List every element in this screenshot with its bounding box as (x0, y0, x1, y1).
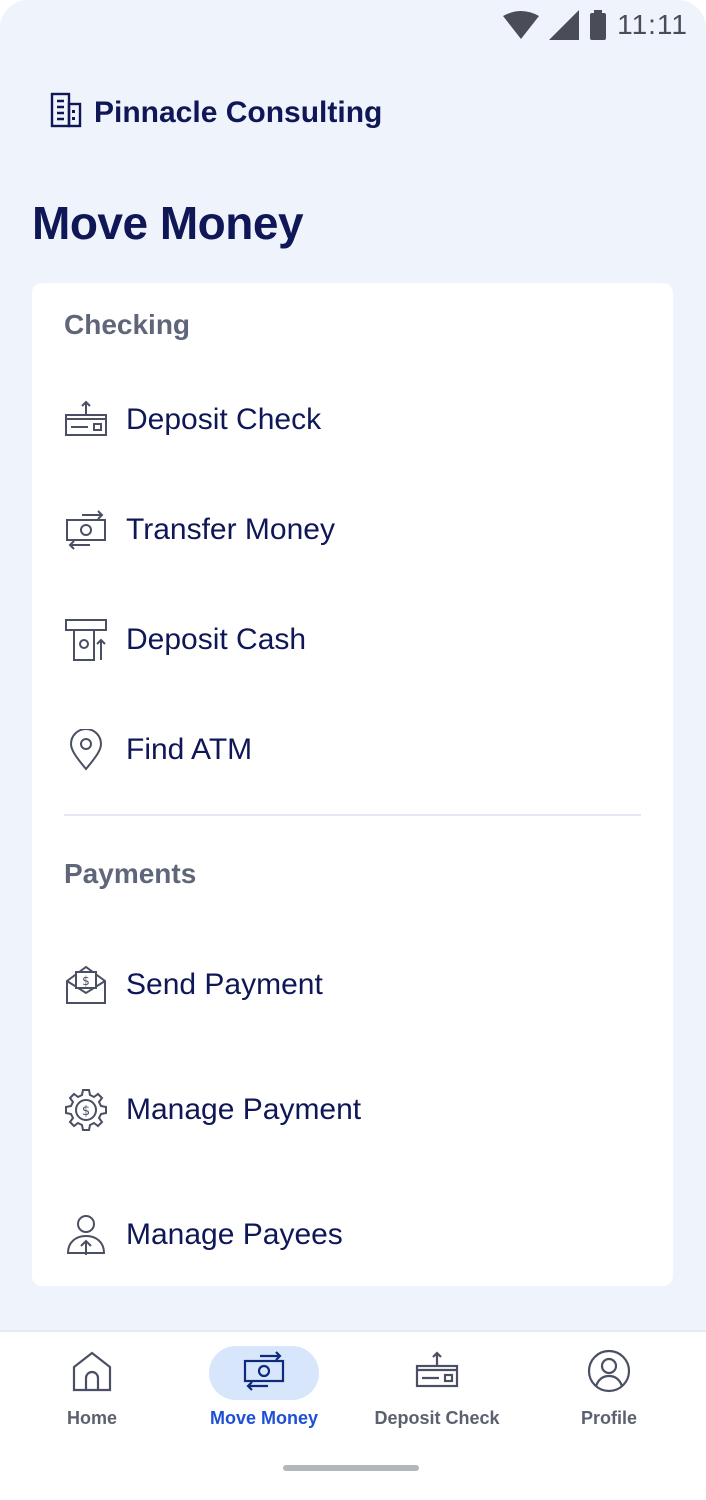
transfer-money-icon (242, 1350, 286, 1396)
section-heading-payments: Payments (64, 858, 197, 889)
section-divider (64, 814, 641, 816)
menu-item-label: Find ATM (126, 733, 253, 766)
menu-item-send-payment[interactable]: $ Send Payment (64, 950, 643, 1020)
send-payment-icon: $ (64, 963, 108, 1007)
menu-item-label: Deposit Check (126, 403, 322, 436)
nav-tab-profile[interactable]: Profile (524, 1346, 694, 1436)
status-time: 11:11 (617, 9, 688, 40)
menu-item-transfer-money[interactable]: Transfer Money (64, 495, 643, 565)
app-screen: 11:11 Pinnacle Consulting Move Money Che… (0, 0, 706, 1500)
building-icon (50, 92, 82, 133)
nav-tab-move-money[interactable]: Move Money (179, 1346, 349, 1436)
menu-item-label: Send Payment (126, 968, 323, 1001)
manage-payment-icon: $ (64, 1088, 108, 1132)
menu-item-label: Manage Payment (126, 1093, 362, 1126)
page-title: Move Money (32, 197, 304, 249)
home-indicator[interactable] (283, 1465, 419, 1471)
menu-item-deposit-check[interactable]: Deposit Check (64, 385, 643, 455)
nav-label: Home (66, 1408, 117, 1428)
deposit-cash-icon (64, 618, 108, 662)
menu-item-label: Transfer Money (126, 513, 335, 546)
menu-item-label: Manage Payees (126, 1218, 343, 1251)
move-money-card: Checking Deposit Check Transfer Money De… (32, 283, 673, 1286)
battery-icon (589, 10, 607, 40)
menu-item-find-atm[interactable]: Find ATM (64, 715, 643, 785)
section-heading-checking: Checking (64, 309, 191, 340)
signal-icon (549, 10, 580, 40)
deposit-check-icon (415, 1350, 459, 1396)
nav-label: Profile (580, 1408, 637, 1428)
menu-item-label: Deposit Cash (126, 623, 307, 656)
status-bar: 11:11 (0, 0, 706, 50)
nav-tab-home[interactable]: Home (7, 1346, 177, 1436)
menu-item-manage-payees[interactable]: Manage Payees (64, 1200, 643, 1270)
home-icon (71, 1350, 113, 1397)
manage-payees-icon (64, 1213, 108, 1257)
nav-label: Move Money (209, 1408, 319, 1428)
location-pin-icon (64, 728, 108, 772)
profile-icon (587, 1349, 631, 1398)
brand-name: Pinnacle Consulting (94, 95, 383, 129)
transfer-money-icon (64, 508, 108, 552)
brand-header: Pinnacle Consulting (50, 92, 382, 133)
bottom-navigation: Home Move Money Deposit Check Profile (0, 1330, 706, 1500)
menu-item-deposit-cash[interactable]: Deposit Cash (64, 605, 643, 675)
deposit-check-icon (64, 398, 108, 442)
active-tab-indicator (209, 1346, 319, 1400)
nav-label: Deposit Check (374, 1408, 500, 1428)
nav-tab-deposit-check[interactable]: Deposit Check (352, 1346, 522, 1436)
svg-text:$: $ (82, 974, 90, 988)
wifi-icon (503, 11, 540, 39)
menu-item-manage-payment[interactable]: $ Manage Payment (64, 1075, 643, 1145)
svg-text:$: $ (82, 1104, 90, 1119)
